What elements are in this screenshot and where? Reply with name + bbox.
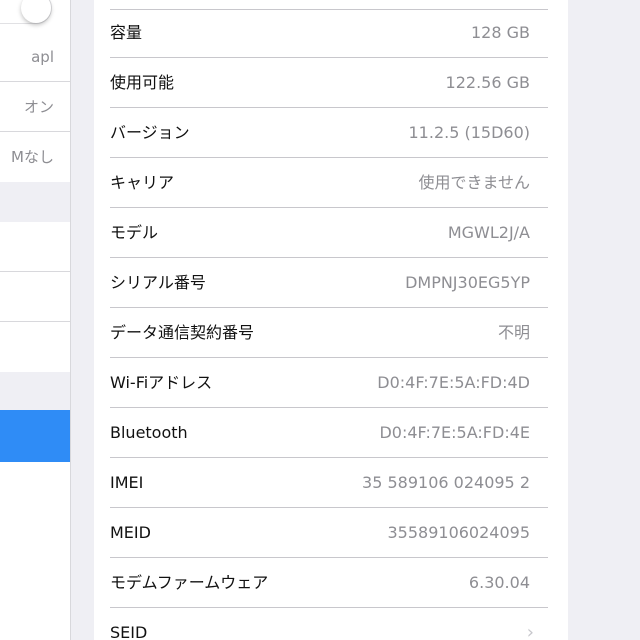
row-label: バージョン — [110, 123, 190, 142]
about-detail-list: 容量 128 GB 使用可能 122.56 GB バージョン 11.2.5 (1… — [94, 0, 568, 640]
row-label: キャリア — [110, 173, 175, 192]
row-label: SEID — [110, 623, 148, 640]
row-value: 35589106024095 — [387, 523, 530, 542]
row-value: 11.2.5 (15D60) — [408, 123, 531, 142]
about-row-imei: IMEI 35 589106 024095 2 — [94, 458, 568, 508]
about-row-wifi-address: Wi-Fiアドレス D0:4F:7E:5A:FD:4D — [94, 358, 568, 408]
sidebar-item[interactable] — [0, 272, 70, 322]
row-value: 不明 — [497, 323, 530, 342]
right-gutter — [568, 0, 640, 640]
row-value: 使用できません — [418, 173, 530, 192]
sidebar-item-on[interactable]: オン — [0, 82, 70, 132]
row-value: MGWL2J/A — [447, 223, 530, 242]
row-label: MEID — [110, 523, 151, 542]
row-label: シリアル番号 — [110, 273, 206, 292]
row-value: 128 GB — [471, 23, 530, 42]
about-row-available: 使用可能 122.56 GB — [94, 58, 568, 108]
sidebar-group-middle — [0, 222, 70, 372]
settings-screen: apl オン Mなし 容量 128 GB 使用可能 122.56 GB バージョ… — [0, 0, 640, 640]
about-row-capacity: 容量 128 GB — [94, 8, 568, 58]
toggle-switch[interactable] — [0, 0, 52, 24]
about-row-modem-firmware: モデムファームウェア 6.30.04 — [94, 558, 568, 608]
about-row-data-number: データ通信契約番号 不明 — [94, 308, 568, 358]
about-row-carrier: キャリア 使用できません — [94, 158, 568, 208]
row-value: D0:4F:7E:5A:FD:4D — [377, 373, 530, 392]
chevron-right-icon: › — [526, 622, 534, 640]
toggle-knob — [21, 0, 51, 23]
sidebar-item-apl[interactable]: apl — [0, 32, 70, 82]
row-value: D0:4F:7E:5A:FD:4E — [379, 423, 530, 442]
settings-sidebar: apl オン Mなし — [0, 0, 71, 640]
sidebar-item-value: Mなし — [11, 148, 54, 166]
row-label: データ通信契約番号 — [110, 323, 255, 342]
row-label: 使用可能 — [110, 73, 175, 92]
row-label: Wi-Fiアドレス — [110, 373, 213, 392]
row-label: モデル — [110, 223, 159, 242]
sidebar-item[interactable] — [0, 322, 70, 372]
row-label: Bluetooth — [110, 423, 188, 442]
row-value: DMPNJ30EG5YP — [405, 273, 530, 292]
sidebar-item-sim[interactable]: Mなし — [0, 132, 70, 182]
row-label: IMEI — [110, 473, 144, 492]
about-row-serial: シリアル番号 DMPNJ30EG5YP — [94, 258, 568, 308]
sidebar-item[interactable] — [0, 222, 70, 272]
sidebar-item-selected[interactable] — [0, 410, 70, 462]
sidebar-item-value: オン — [23, 98, 54, 116]
about-row-model[interactable]: モデル MGWL2J/A — [94, 208, 568, 258]
row-value: 6.30.04 — [468, 573, 530, 592]
about-row-meid: MEID 35589106024095 — [94, 508, 568, 558]
row-value: 35 589106 024095 2 — [362, 473, 530, 492]
about-row-bluetooth: Bluetooth D0:4F:7E:5A:FD:4E — [94, 408, 568, 458]
about-row-seid[interactable]: SEID › — [94, 608, 568, 640]
row-value: 122.56 GB — [445, 73, 530, 92]
row-label: モデムファームウェア — [110, 573, 269, 592]
row-label: 容量 — [110, 23, 143, 42]
sidebar-group-top: apl オン Mなし — [0, 0, 70, 182]
about-row-version[interactable]: バージョン 11.2.5 (15D60) — [94, 108, 568, 158]
sidebar-item-value: apl — [31, 48, 54, 66]
